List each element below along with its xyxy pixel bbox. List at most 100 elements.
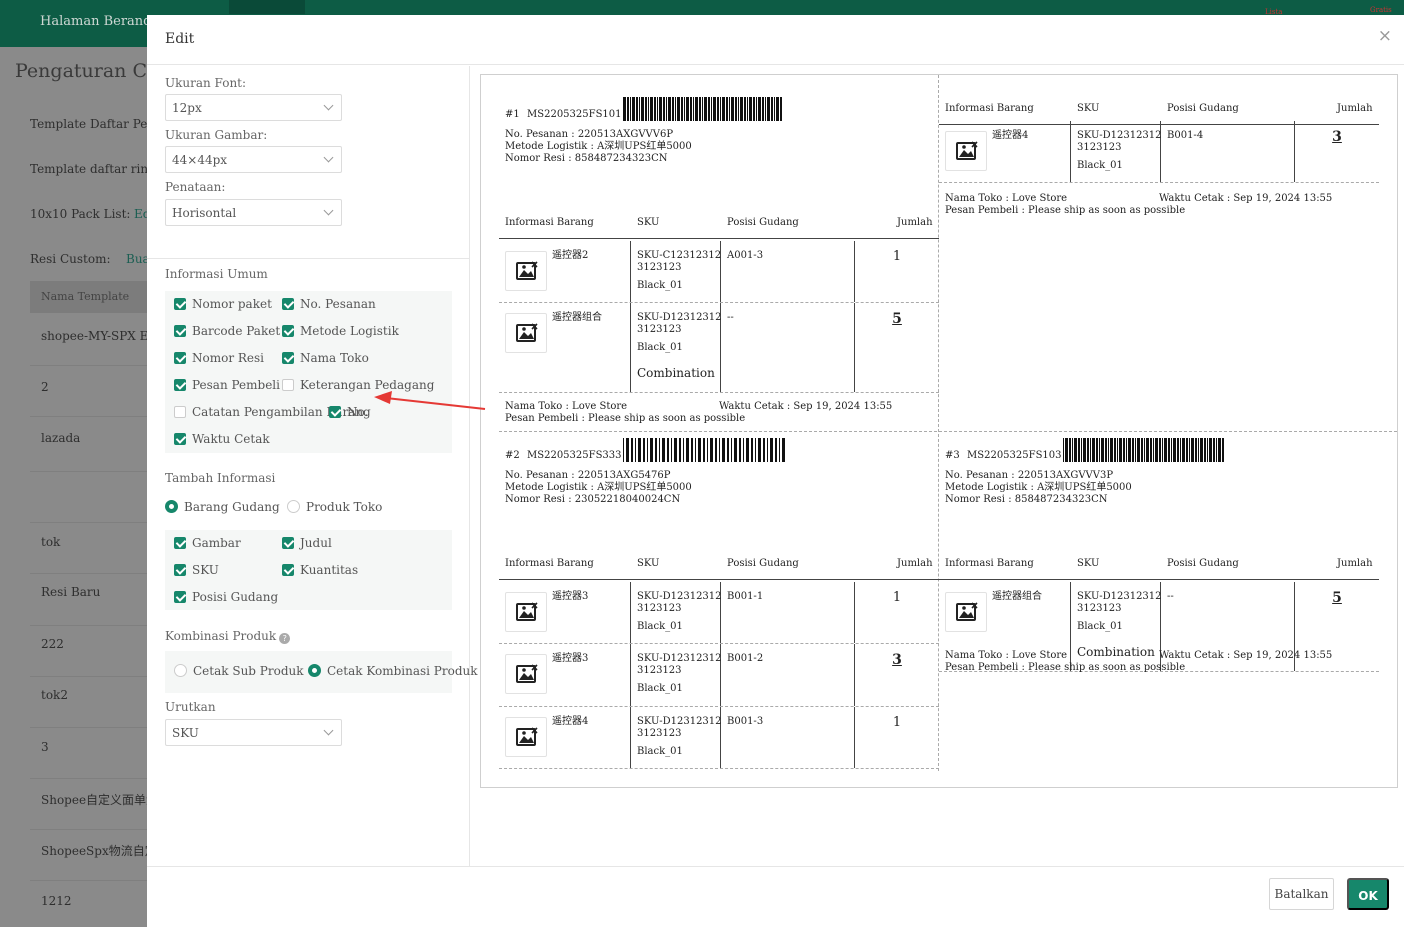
table-row[interactable]: Shopee自定义面单测 [41, 791, 158, 808]
checkbox-label: Barcode Paket [192, 324, 281, 338]
font-size-label: Ukuran Font: [165, 76, 247, 90]
variant-text: Black_01 [1077, 621, 1123, 632]
order-number: No. Pesanan : 220513AXGVVV6P [505, 129, 674, 140]
checkbox-label: Nama Toko [300, 351, 369, 365]
sort-value: SKU [172, 726, 199, 740]
table-row[interactable]: 3 [41, 740, 49, 754]
font-size-select[interactable]: 12px [165, 94, 342, 121]
checkbox-label: Judul [300, 536, 332, 550]
check-icon [174, 564, 186, 576]
cancel-button[interactable]: Batalkan [1269, 878, 1334, 910]
sku-line: 3123123 [637, 728, 682, 739]
header-tab[interactable] [229, 0, 305, 14]
cell-quantity: 1 [855, 241, 939, 302]
checkbox-nomor-resi[interactable]: Nomor Resi [174, 351, 264, 365]
package-block: Informasi Barang SKU Posisi Gudang Jumlah 遥控… [939, 75, 1379, 415]
extra-info-title: Tambah Informasi [165, 471, 276, 485]
table-row[interactable]: 222 [41, 637, 64, 651]
extra-info-box: Gambar Judul SKU Kuantitas Posisi Gudang [165, 530, 452, 610]
sku-text: SKU-D12312312 3123123 [637, 591, 722, 615]
package-code: MS2205325FS101 [527, 109, 622, 120]
package-footer: Nama Toko : Love Store Pesan Pembeli : Pl… [505, 401, 892, 425]
settings-panel: Ukuran Font: 12px Ukuran Gambar: 44×44px… [147, 66, 478, 866]
checkbox-metode-logistik[interactable]: Metode Logistik [282, 324, 399, 338]
help-icon[interactable]: ? [279, 633, 291, 644]
checkbox-gambar[interactable]: Gambar [174, 536, 241, 550]
checkbox-nomor-paket[interactable]: Nomor paket [174, 297, 272, 311]
radio-cetak-sub-produk[interactable]: Cetak Sub Produk [174, 664, 304, 678]
table-row[interactable]: Resi Baru [41, 585, 100, 599]
table-row[interactable]: 1212 [41, 894, 72, 908]
check-icon [174, 325, 186, 337]
checkbox-kuantitas[interactable]: Kuantitas [282, 563, 358, 577]
quantity-value: 3 [892, 652, 902, 668]
layout-select[interactable]: Horisontal [165, 199, 342, 226]
checkbox-label: Nomor Resi [192, 351, 265, 365]
cell-quantity: 3 [855, 644, 939, 706]
check-icon [174, 537, 186, 549]
row-divider [30, 778, 150, 779]
check-icon [282, 325, 294, 337]
order-number: No. Pesanan : 220513AXG5476P [505, 470, 671, 481]
tracking-number: Nomor Resi : 858487234323CN [945, 494, 1108, 505]
check-icon [329, 406, 341, 418]
barcode-image [1063, 438, 1224, 462]
checkbox-judul[interactable]: Judul [282, 536, 332, 550]
table-row[interactable]: lazada [41, 431, 80, 445]
warehouse-position: -- [727, 312, 734, 323]
variant-text: Black_01 [637, 342, 683, 353]
checkbox-pesan-pembeli[interactable]: Pesan Pembeli [174, 378, 280, 392]
package-code: MS2205325FS103 [967, 450, 1062, 461]
table-row: 遥控器4 SKU-D12312312 3123123 Black_01 B001-3 1 [499, 707, 939, 769]
warehouse-position: B001-1 [727, 591, 764, 602]
sku-line: 3123123 [637, 665, 682, 676]
section-divider [147, 258, 470, 259]
cell-quantity: 1 [855, 582, 939, 643]
table-row[interactable]: 2 [41, 380, 49, 394]
sku-text: SKU-C12312312 3123123 [637, 250, 721, 274]
logistic-method: Metode Logistik : A深圳UPS红单5000 [505, 482, 692, 493]
radio-barang-gudang[interactable]: Barang Gudang [165, 500, 280, 514]
sku-line: SKU-D12312312 [637, 591, 722, 602]
image-placeholder-icon [505, 654, 547, 694]
cell-position: -- [721, 303, 855, 392]
row-divider [30, 471, 150, 472]
chevron-down-icon [323, 152, 334, 163]
package-footer: Nama Toko : Love Store Pesan Pembeli : Pl… [945, 650, 1332, 674]
quantity-value: 1 [892, 590, 902, 605]
product-name: 遥控器3 [552, 653, 589, 664]
image-size-select[interactable]: 44×44px [165, 146, 342, 173]
sort-select[interactable]: SKU [165, 719, 342, 746]
package-number: #1 [505, 109, 520, 120]
checkbox-barcode-paket[interactable]: Barcode Paket [174, 324, 280, 338]
table-row: 遥控器组合 SKU-D12312312 3123123 Black_01 Combina… [499, 303, 939, 393]
checkbox-nama-toko[interactable]: Nama Toko [282, 351, 369, 365]
checkbox-no[interactable]: No. [329, 405, 368, 419]
row-divider [30, 625, 150, 626]
column-header-qty: Jumlah [1337, 558, 1373, 569]
checkbox-no-pesanan[interactable]: No. Pesanan [282, 297, 376, 311]
checkbox-label: No. Pesanan [300, 297, 376, 311]
variant-text: Black_01 [1077, 160, 1123, 171]
sku-line: SKU-C12312312 [637, 250, 722, 261]
close-icon[interactable]: × [1378, 26, 1392, 46]
checkbox-posisi-gudang[interactable]: Posisi Gudang [174, 590, 278, 604]
checkbox-sku[interactable]: SKU [174, 563, 219, 577]
radio-cetak-kombinasi-produk[interactable]: Cetak Kombinasi Produk [308, 664, 478, 678]
variant-text: Black_01 [637, 683, 683, 694]
ok-button[interactable]: OK [1347, 878, 1389, 910]
print-preview: #1 MS2205325FS101 No. Pesanan : 220513AXGV… [480, 74, 1398, 788]
print-time: Waktu Cetak : Sep 19, 2024 13:55 [1159, 193, 1333, 204]
barcode [623, 438, 785, 462]
logistic-method: Metode Logistik : A深圳UPS红单5000 [945, 482, 1132, 493]
column-header-qty: Jumlah [1337, 103, 1373, 114]
radio-produk-toko[interactable]: Produk Toko [287, 500, 382, 514]
sku-text: SKU-D12312312 3123123 [1077, 591, 1162, 615]
table-row[interactable]: tok [41, 535, 60, 549]
column-header-pos: Posisi Gudang [727, 217, 799, 228]
table-row[interactable]: tok2 [41, 688, 68, 702]
check-icon [174, 298, 186, 310]
home-link[interactable]: Halaman Beranda [40, 14, 159, 29]
checkbox-waktu-cetak[interactable]: Waktu Cetak [174, 432, 270, 446]
package-header: #3 MS2205325FS103 [945, 450, 1062, 462]
